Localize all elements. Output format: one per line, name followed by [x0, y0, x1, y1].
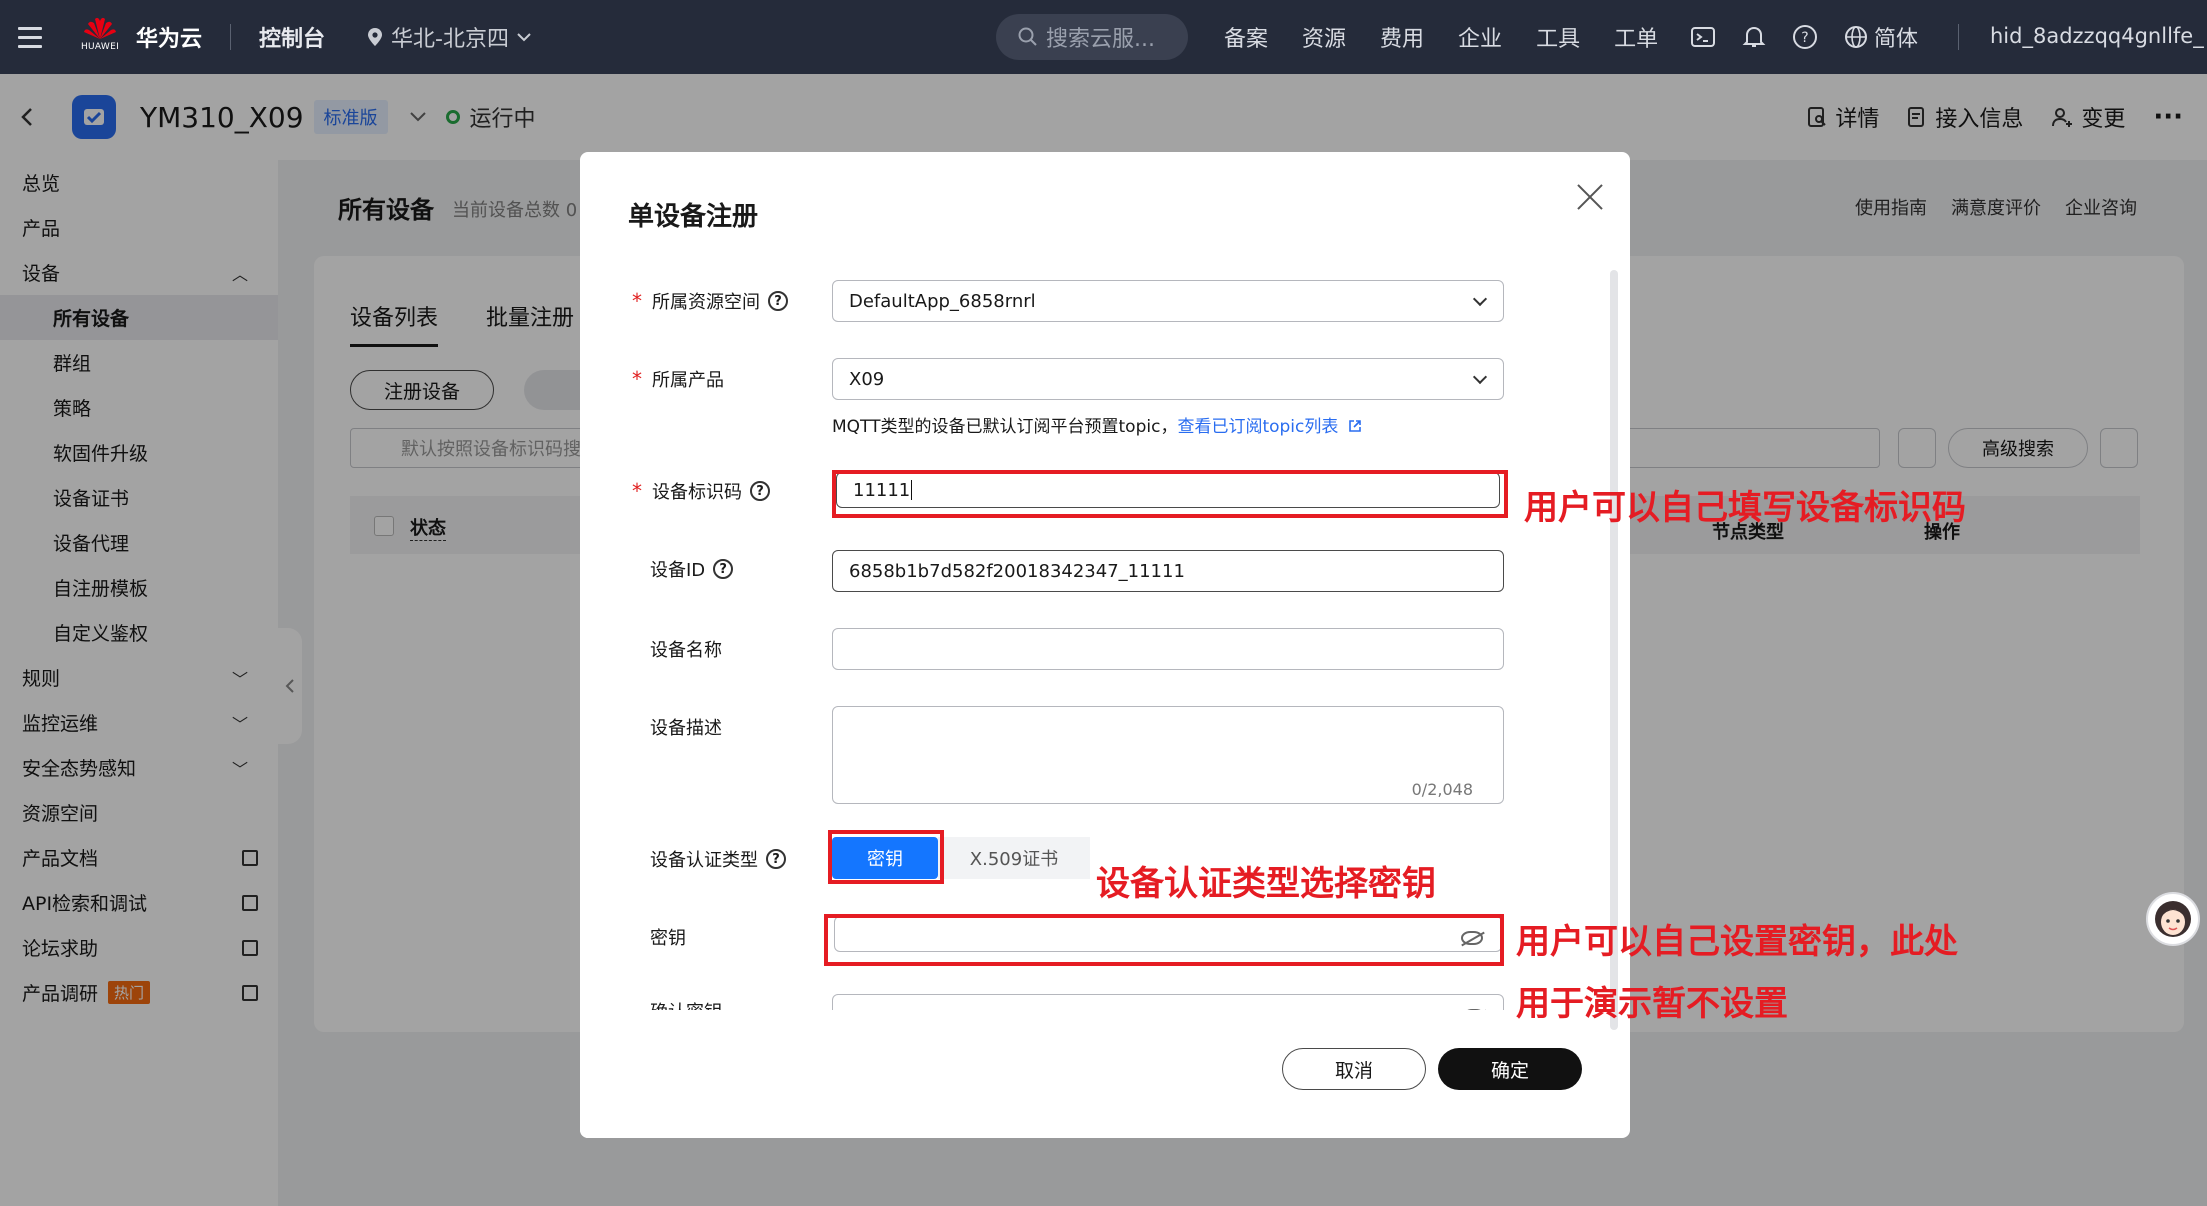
secret-label: 密钥 — [650, 928, 686, 949]
char-counter: 0/2,048 — [1411, 780, 1473, 799]
language-label: 简体 — [1874, 27, 1919, 52]
huawei-cloud-logo[interactable]: HUAWEI 华为云 — [80, 15, 202, 59]
cancel-button[interactable]: 取消 — [1282, 1048, 1426, 1090]
top-links: 备案 资源 费用 企业 工具 工单 — [1224, 0, 1658, 74]
globe-icon — [1845, 26, 1867, 48]
user-account-menu[interactable]: hid_8adzzqq4gnllfe_ — [1990, 24, 2204, 48]
chevron-down-icon — [1472, 369, 1488, 385]
global-search-input[interactable]: 搜索云服... — [996, 14, 1188, 60]
annotation-auth-type: 设备认证类型选择密钥 — [1096, 864, 1436, 904]
region-label: 华北-北京四 — [391, 27, 509, 52]
auth-x509-option[interactable]: X.509证书 — [938, 837, 1090, 879]
brand-name: 华为云 — [136, 27, 203, 52]
help-icon[interactable]: ? — [750, 481, 770, 501]
confirm-button[interactable]: 确定 — [1438, 1048, 1582, 1090]
annotation-identifier: 用户可以自己填写设备标识码 — [1524, 488, 1966, 528]
divider — [1958, 24, 1959, 50]
annotation-box-secret — [824, 914, 1504, 966]
assistant-face-icon — [2155, 901, 2191, 937]
divider — [230, 24, 232, 50]
chevron-down-icon — [517, 33, 531, 42]
console-link[interactable]: 控制台 — [259, 21, 325, 53]
help-icon[interactable]: ? — [768, 291, 788, 311]
register-device-dialog: 单设备注册 * 所属资源空间? DefaultApp_6858rnrl * 所属产品… — [580, 152, 1630, 1138]
device-id-input[interactable]: 6858b1b7d582f20018342347_11111 — [832, 550, 1504, 592]
region-selector[interactable]: 华北-北京四 — [367, 21, 531, 53]
dialog-title: 单设备注册 — [628, 202, 759, 232]
resource-space-label: * 所属资源空间? — [632, 288, 788, 314]
top-icons: ? 简体 — [1690, 0, 1918, 74]
auth-type-label: 设备认证类型? — [650, 846, 786, 872]
language-selector[interactable]: 简体 — [1844, 21, 1918, 53]
assistant-avatar[interactable] — [2146, 892, 2200, 946]
device-name-input[interactable] — [832, 628, 1504, 670]
device-desc-label: 设备描述 — [650, 718, 722, 739]
help-icon[interactable]: ? — [713, 559, 734, 579]
product-select[interactable]: X09 — [832, 358, 1504, 400]
search-icon — [1018, 27, 1037, 46]
device-name-label: 设备名称 — [650, 640, 722, 661]
identifier-label: * 设备标识码? — [632, 478, 770, 504]
device-desc-textarea[interactable]: 0/2,048 — [832, 706, 1504, 804]
top-link-tools[interactable]: 工具 — [1536, 21, 1580, 53]
top-link-filing[interactable]: 备案 — [1224, 21, 1268, 53]
top-link-enterprise[interactable]: 企业 — [1458, 21, 1502, 53]
terminal-icon[interactable] — [1690, 25, 1716, 49]
top-link-billing[interactable]: 费用 — [1380, 21, 1424, 53]
chevron-down-icon — [1472, 291, 1488, 307]
location-pin-icon — [368, 28, 383, 46]
annotation-secret-line1: 用户可以自己设置密钥，此处 — [1516, 922, 1958, 962]
top-link-resources[interactable]: 资源 — [1302, 21, 1346, 53]
bell-icon[interactable] — [1742, 24, 1766, 50]
topic-hint: MQTT类型的设备已默认订阅平台预置topic，查看已订阅topic列表 — [832, 412, 1362, 437]
external-link-icon — [1348, 420, 1361, 432]
search-placeholder: 搜索云服... — [1046, 27, 1155, 52]
close-icon[interactable] — [1570, 178, 1610, 218]
annotation-secret-line2: 用于演示暂不设置 — [1516, 984, 1788, 1024]
hamburger-menu-icon[interactable] — [6, 0, 54, 74]
topic-list-link[interactable]: 查看已订阅topic列表 — [1177, 417, 1338, 437]
help-icon[interactable]: ? — [1792, 24, 1818, 50]
top-link-tickets[interactable]: 工单 — [1614, 21, 1658, 53]
annotation-box-identifier — [832, 470, 1508, 518]
top-nav-bar: HUAWEI 华为云 控制台 华北-北京四 搜索云服... 备案 资源 费用 企… — [0, 0, 2207, 74]
product-label: * 所属产品 — [632, 367, 724, 391]
device-id-label: 设备ID? — [650, 556, 734, 582]
svg-text:?: ? — [1801, 30, 1808, 46]
annotation-box-auth-type — [828, 830, 944, 884]
resource-space-select[interactable]: DefaultApp_6858rnrl — [832, 280, 1504, 322]
huawei-logo-icon: HUAWEI — [80, 15, 120, 59]
help-icon[interactable]: ? — [766, 849, 786, 869]
